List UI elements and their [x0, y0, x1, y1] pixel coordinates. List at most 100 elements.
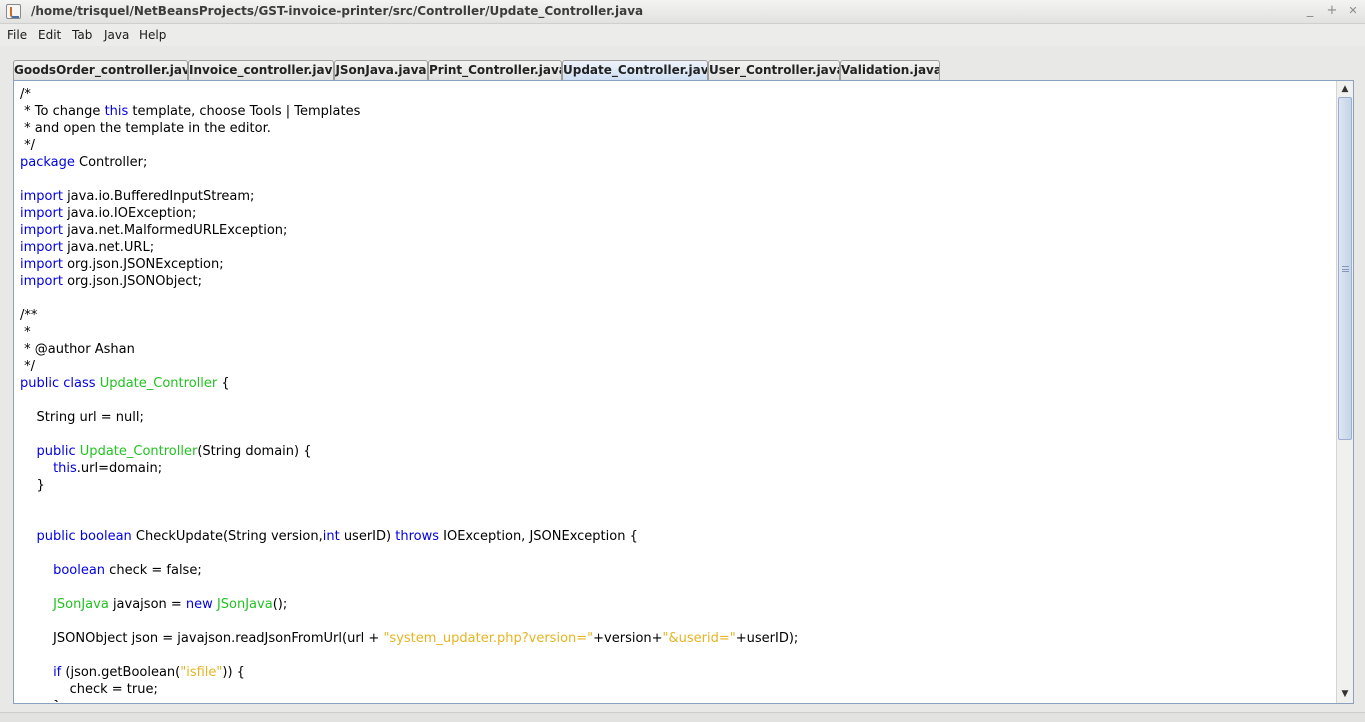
code-token: import: [20, 189, 63, 204]
code-token: JSONObject json = javajson.readJsonFromU…: [20, 631, 384, 646]
menu-tab[interactable]: Tab: [72, 28, 92, 42]
code-line: boolean check = false;: [20, 562, 798, 579]
menu-file[interactable]: File: [7, 28, 27, 42]
code-token: throws: [395, 529, 439, 544]
code-line: public class Update_Controller {: [20, 375, 798, 392]
close-button[interactable]: ✕: [1345, 3, 1361, 19]
tab-user-controller[interactable]: User_Controller.java: [708, 60, 840, 80]
code-line: import org.json.JSONObject;: [20, 273, 798, 290]
code-token: userID): [339, 529, 396, 544]
code-token: public: [36, 444, 76, 459]
code-token: * and open the template in the editor.: [20, 121, 271, 136]
code-line: /**: [20, 307, 798, 324]
code-line: *: [20, 324, 798, 341]
maximize-button[interactable]: +: [1324, 3, 1340, 19]
code-token: java.io.IOException;: [62, 206, 197, 221]
code-token: new: [185, 597, 213, 612]
tab-update-controller[interactable]: Update_Controller.java: [562, 60, 708, 80]
code-token: Controller;: [74, 155, 148, 170]
code-token: * To change: [20, 104, 105, 119]
file-tab-strip: GoodsOrder_controller.java Invoice_contr…: [13, 60, 1353, 80]
code-line: /*: [20, 86, 798, 103]
code-token: check = true;: [20, 682, 158, 697]
code-editor[interactable]: /* * To change this template, choose Too…: [15, 82, 1336, 702]
code-token: */: [20, 359, 36, 374]
code-line: * @author Ashan: [20, 341, 798, 358]
menu-java[interactable]: Java: [104, 28, 129, 42]
code-token: (json.getBoolean(: [61, 665, 181, 680]
tab-validation[interactable]: Validation.java: [840, 60, 940, 80]
code-line: import java.net.MalformedURLException;: [20, 222, 798, 239]
tab-jsonjava[interactable]: JSonJava.java: [334, 60, 428, 80]
menu-edit[interactable]: Edit: [38, 28, 61, 42]
code-token: *: [20, 325, 31, 340]
tab-invoice-controller[interactable]: Invoice_controller.java: [188, 60, 334, 80]
code-token: import: [20, 257, 63, 272]
code-line: import java.io.IOException;: [20, 205, 798, 222]
code-token: java.io.BufferedInputStream;: [62, 189, 255, 204]
code-token: java.net.MalformedURLException;: [62, 223, 288, 238]
code-token: import: [20, 240, 63, 255]
code-token: "system_updater.php?version=": [383, 631, 594, 646]
code-line: check = true;: [20, 681, 798, 698]
code-token: +userID);: [735, 631, 799, 646]
code-token: this: [53, 461, 77, 476]
code-token: /*: [20, 87, 31, 102]
code-token: JSonJava: [53, 597, 109, 612]
code-token: javajson =: [108, 597, 186, 612]
code-line: */: [20, 137, 798, 154]
code-line: }: [20, 698, 798, 702]
code-token: JSonJava: [216, 597, 273, 612]
code-line: public boolean CheckUpdate(String versio…: [20, 528, 798, 545]
code-line: * and open the template in the editor.: [20, 120, 798, 137]
tab-goodsorder-controller[interactable]: GoodsOrder_controller.java: [13, 60, 188, 80]
code-token: class: [63, 376, 96, 391]
tab-print-controller[interactable]: Print_Controller.java: [428, 60, 562, 80]
scroll-up-icon[interactable]: ▲: [1337, 82, 1353, 96]
code-token: check = false;: [105, 563, 202, 578]
code-token: Update_Controller: [99, 376, 218, 391]
code-token: String url = null;: [20, 410, 144, 425]
code-token: int: [322, 529, 340, 544]
code-line: if (json.getBoolean("isfile")) {: [20, 664, 798, 681]
code-line: import org.json.JSONException;: [20, 256, 798, 273]
code-line: import java.io.BufferedInputStream;: [20, 188, 798, 205]
code-token: "&userid=": [662, 631, 736, 646]
code-token: .url=domain;: [76, 461, 163, 476]
code-line: this.url=domain;: [20, 460, 798, 477]
code-token: Update_Controller: [79, 444, 198, 459]
code-token: /**: [20, 308, 38, 323]
code-token: * @author Ashan: [20, 342, 135, 357]
code-line: String url = null;: [20, 409, 798, 426]
status-bar: [0, 712, 1365, 722]
code-token: public: [20, 376, 60, 391]
scroll-down-icon[interactable]: ▼: [1337, 687, 1353, 701]
scroll-thumb[interactable]: [1338, 97, 1352, 440]
code-line: * To change this template, choose Tools …: [20, 103, 798, 120]
menu-help[interactable]: Help: [139, 28, 166, 42]
code-token: boolean: [79, 529, 132, 544]
code-token: +version+: [593, 631, 663, 646]
code-token: {: [217, 376, 230, 391]
code-token: org.json.JSONObject;: [62, 274, 202, 289]
minimize-button[interactable]: _: [1302, 3, 1318, 19]
code-token: }: [20, 699, 61, 702]
code-token: CheckUpdate(String version,: [131, 529, 323, 544]
code-token: import: [20, 206, 63, 221]
code-token: template, choose Tools | Templates: [128, 104, 361, 119]
code-token: public: [36, 529, 76, 544]
vertical-scrollbar[interactable]: ▲ ▼: [1336, 81, 1353, 703]
code-token: ();: [272, 597, 288, 612]
code-text: /* * To change this template, choose Too…: [20, 86, 798, 702]
